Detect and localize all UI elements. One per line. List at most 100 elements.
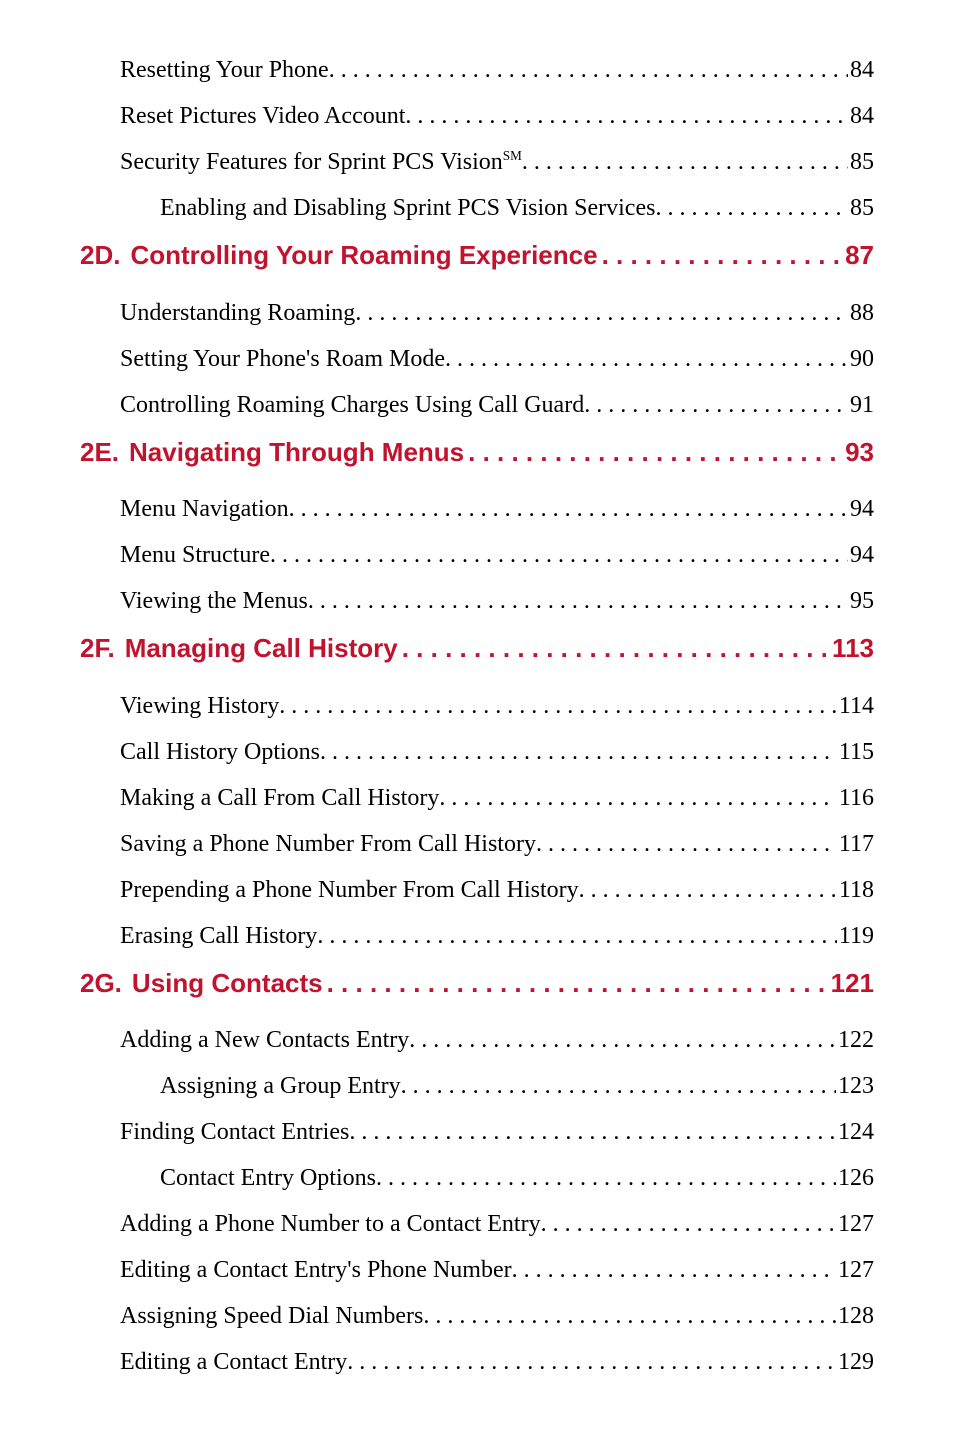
toc-leader-dots	[522, 147, 848, 177]
toc-leader-dots	[347, 1347, 836, 1377]
toc-section-title: Using Contacts	[132, 967, 323, 1000]
toc-leader-dots	[512, 1255, 836, 1285]
toc-entry-label: Viewing the Menus	[120, 586, 308, 616]
toc-leader-dots	[405, 101, 848, 131]
toc-entry: Contact Entry Options 126	[80, 1163, 874, 1193]
toc-entry: Enabling and Disabling Sprint PCS Vision…	[80, 193, 874, 223]
toc-entry-page: 127	[836, 1255, 874, 1285]
toc-entry: Controlling Roaming Charges Using Call G…	[80, 390, 874, 420]
toc-entry-page: 84	[848, 101, 874, 131]
toc-leader-dots	[598, 239, 840, 272]
toc-entry-label: Adding a New Contacts Entry	[120, 1025, 409, 1055]
toc-entry: Saving a Phone Number From Call History …	[80, 829, 874, 859]
toc-entry-label-text: Erasing Call History	[120, 923, 317, 949]
toc-entry-label-text: Saving a Phone Number From Call History	[120, 831, 536, 857]
toc-entry-page: 123	[836, 1071, 874, 1101]
toc-leader-dots	[655, 193, 848, 223]
toc-section-code: 2E.	[80, 436, 129, 469]
toc-entry-page: 85	[848, 193, 874, 223]
toc-entry-page: 90	[848, 344, 874, 374]
toc-entry-page: 85	[848, 147, 874, 177]
toc-entry-page: 128	[836, 1301, 874, 1331]
toc-entry-label: Editing a Contact Entry	[120, 1347, 347, 1377]
toc-entry-label: Setting Your Phone's Roam Mode	[120, 344, 445, 374]
toc-leader-dots	[445, 344, 848, 374]
toc-entry-page: 117	[837, 829, 874, 859]
toc-entry-label: Menu Structure	[120, 540, 270, 570]
toc-entry-page: 118	[837, 875, 874, 905]
toc-entry-page: 91	[848, 390, 874, 420]
toc-entry-label-text: Understanding Roaming	[120, 300, 355, 326]
toc-entry-label-text: Adding a New Contacts Entry	[120, 1027, 409, 1053]
toc-leader-dots	[308, 586, 848, 616]
toc-entry-label-text: Resetting Your Phone	[120, 57, 329, 83]
toc-leader-dots	[355, 298, 848, 328]
toc-section-title: Managing Call History	[125, 632, 398, 665]
toc-section-code: 2G.	[80, 967, 132, 1000]
toc-entry-label-text: Call History Options	[120, 739, 320, 765]
toc-entry-page: 94	[848, 540, 874, 570]
toc-entry: Security Features for Sprint PCS VisionS…	[80, 147, 874, 177]
toc-leader-dots	[398, 632, 826, 665]
toc-entry-label-text: Assigning Speed Dial Numbers	[120, 1303, 423, 1329]
toc-entry-label: Contact Entry Options	[160, 1163, 376, 1193]
toc-section-heading: 2D.Controlling Your Roaming Experience87	[80, 239, 874, 272]
toc-entry-label: Saving a Phone Number From Call History	[120, 829, 536, 859]
toc-entry: Erasing Call History 119	[80, 921, 874, 951]
toc-entry-label: Editing a Contact Entry's Phone Number	[120, 1255, 512, 1285]
toc-entry: Assigning a Group Entry 123	[80, 1071, 874, 1101]
toc-entry-page: 88	[848, 298, 874, 328]
toc-leader-dots	[409, 1025, 836, 1055]
toc-leader-dots	[289, 494, 848, 524]
table-of-contents: Resetting Your Phone 84Reset Pictures Vi…	[80, 55, 874, 1377]
toc-entry-label-text: Adding a Phone Number to a Contact Entry	[120, 1211, 541, 1237]
toc-entry: Understanding Roaming 88	[80, 298, 874, 328]
toc-entry-label-text: Making a Call From Call History	[120, 785, 439, 811]
toc-entry: Assigning Speed Dial Numbers 128	[80, 1301, 874, 1331]
toc-entry-page: 84	[848, 55, 874, 85]
toc-leader-dots	[279, 691, 837, 721]
toc-leader-dots	[439, 783, 837, 813]
toc-entry: Adding a Phone Number to a Contact Entry…	[80, 1209, 874, 1239]
toc-entry-label-text: Contact Entry Options	[160, 1165, 376, 1191]
toc-entry-label-text: Finding Contact Entries	[120, 1119, 349, 1145]
toc-entry-page: 126	[836, 1163, 874, 1193]
toc-entry: Menu Structure 94	[80, 540, 874, 570]
toc-entry-page: 115	[837, 737, 874, 767]
toc-entry-label: Assigning a Group Entry	[160, 1071, 401, 1101]
toc-entry-label: Enabling and Disabling Sprint PCS Vision…	[160, 193, 655, 223]
toc-section-code: 2D.	[80, 239, 130, 272]
toc-entry-label: Adding a Phone Number to a Contact Entry	[120, 1209, 541, 1239]
toc-entry-label-text: Reset Pictures Video Account	[120, 103, 405, 129]
toc-section-heading: 2E.Navigating Through Menus93	[80, 436, 874, 469]
toc-entry-label: Menu Navigation	[120, 494, 289, 524]
toc-entry-label: Prepending a Phone Number From Call Hist…	[120, 875, 579, 905]
toc-leader-dots	[584, 390, 848, 420]
toc-entry-label: Assigning Speed Dial Numbers	[120, 1301, 423, 1331]
toc-entry-page: 94	[848, 494, 874, 524]
toc-leader-dots	[320, 737, 837, 767]
toc-leader-dots	[536, 829, 837, 859]
toc-leader-dots	[317, 921, 837, 951]
toc-section-page: 93	[839, 436, 874, 469]
toc-entry-label-text: Viewing History	[120, 693, 279, 719]
toc-entry-page: 119	[837, 921, 874, 951]
toc-entry-page: 95	[848, 586, 874, 616]
toc-leader-dots	[464, 436, 839, 469]
toc-entry-page: 114	[837, 691, 874, 721]
toc-entry: Editing a Contact Entry's Phone Number 1…	[80, 1255, 874, 1285]
toc-entry: Editing a Contact Entry 129	[80, 1347, 874, 1377]
toc-entry-page: 122	[836, 1025, 874, 1055]
toc-entry: Menu Navigation 94	[80, 494, 874, 524]
toc-entry-page: 127	[836, 1209, 874, 1239]
toc-entry-label: Viewing History	[120, 691, 279, 721]
toc-section-title: Controlling Your Roaming Experience	[130, 239, 597, 272]
toc-entry-label-text: Assigning a Group Entry	[160, 1073, 401, 1099]
toc-section-code: 2F.	[80, 632, 125, 665]
toc-entry: Adding a New Contacts Entry 122	[80, 1025, 874, 1055]
toc-leader-dots	[423, 1301, 836, 1331]
toc-entry: Reset Pictures Video Account 84	[80, 101, 874, 131]
toc-entry-label: Making a Call From Call History	[120, 783, 439, 813]
toc-entry-label-text: Menu Navigation	[120, 496, 289, 522]
toc-entry-label: Security Features for Sprint PCS VisionS…	[120, 147, 522, 177]
